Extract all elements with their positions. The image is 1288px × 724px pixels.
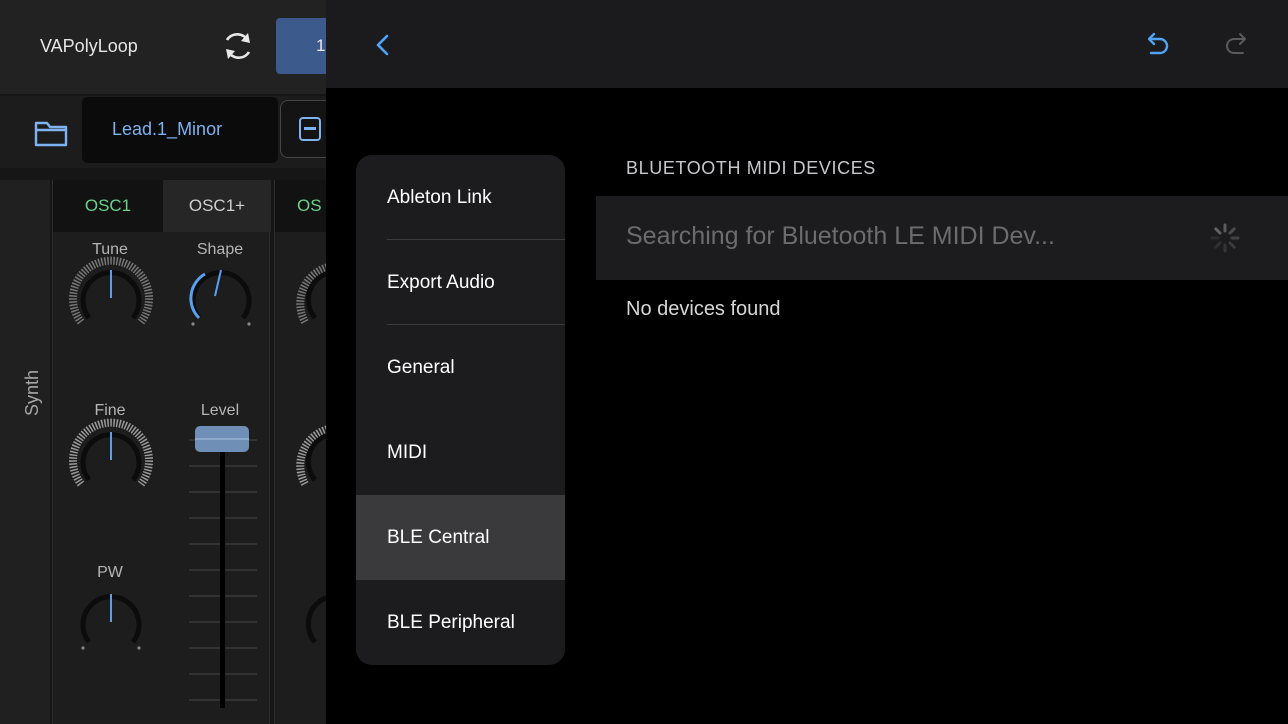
slot-number: 1	[316, 36, 326, 55]
slot-chip[interactable]: 1	[276, 18, 330, 74]
knob-partial-icon	[296, 424, 330, 486]
section-label: Synth	[22, 369, 42, 416]
osc2-panel: OS	[274, 180, 330, 724]
tune-knob[interactable]	[65, 252, 157, 344]
menu-item-ble-peripheral[interactable]: BLE Peripheral	[356, 580, 565, 665]
level-fader[interactable]	[183, 420, 263, 710]
chevron-left-icon[interactable]	[370, 30, 396, 60]
settings-overlay: Ableton Link Export Audio General MIDI B…	[326, 0, 1288, 724]
fine-knob[interactable]	[65, 414, 157, 506]
spinner-icon	[1210, 223, 1240, 253]
section-label-column: Synth	[0, 180, 50, 724]
preset-selector[interactable]: Lead.1_Minor	[82, 97, 278, 163]
level-label: Level	[200, 402, 240, 419]
settings-menu: Ableton Link Export Audio General MIDI B…	[356, 155, 565, 665]
menu-item-ableton-link[interactable]: Ableton Link	[356, 155, 565, 240]
menu-item-general[interactable]: General	[356, 325, 565, 410]
menu-item-midi[interactable]: MIDI	[356, 410, 565, 495]
search-status: Searching for Bluetooth LE MIDI Dev...	[626, 222, 1055, 250]
pw-knob[interactable]	[65, 576, 157, 668]
menu-item-export-audio[interactable]: Export Audio	[356, 240, 565, 325]
menu-item-ble-central[interactable]: BLE Central	[356, 495, 565, 580]
osc1-panel: OSC1 OSC1+ Tune Shape Fine Level PW	[52, 180, 271, 724]
tab-osc2[interactable]: OS	[275, 180, 330, 232]
tab-osc1[interactable]: OSC1	[53, 180, 163, 232]
tab-osc1-plus[interactable]: OSC1+	[163, 180, 271, 232]
preset-edit-button[interactable]	[280, 100, 330, 158]
folder-icon[interactable]	[34, 119, 68, 147]
synth-app: VAPolyLoop 1 Lead.1_Minor Synth OSC1 OSC…	[0, 0, 330, 724]
shape-knob[interactable]	[175, 252, 267, 344]
empty-state-message: No devices found	[626, 298, 781, 320]
section-header: BLUETOOTH MIDI DEVICES	[626, 158, 876, 178]
app-name: VAPolyLoop	[40, 36, 138, 56]
sync-icon[interactable]	[221, 29, 255, 63]
preset-row: Lead.1_Minor	[0, 96, 330, 168]
knob-partial-icon	[296, 262, 330, 324]
knob-partial-icon	[305, 594, 330, 644]
redo-icon[interactable]	[1222, 32, 1252, 60]
nav-bar	[326, 0, 1288, 88]
device-search-row: Searching for Bluetooth LE MIDI Dev...	[596, 196, 1288, 280]
preset-name: Lead.1_Minor	[112, 119, 223, 139]
undo-icon[interactable]	[1142, 32, 1172, 60]
synth-header: VAPolyLoop 1	[0, 0, 330, 94]
edit-icon	[299, 117, 321, 141]
